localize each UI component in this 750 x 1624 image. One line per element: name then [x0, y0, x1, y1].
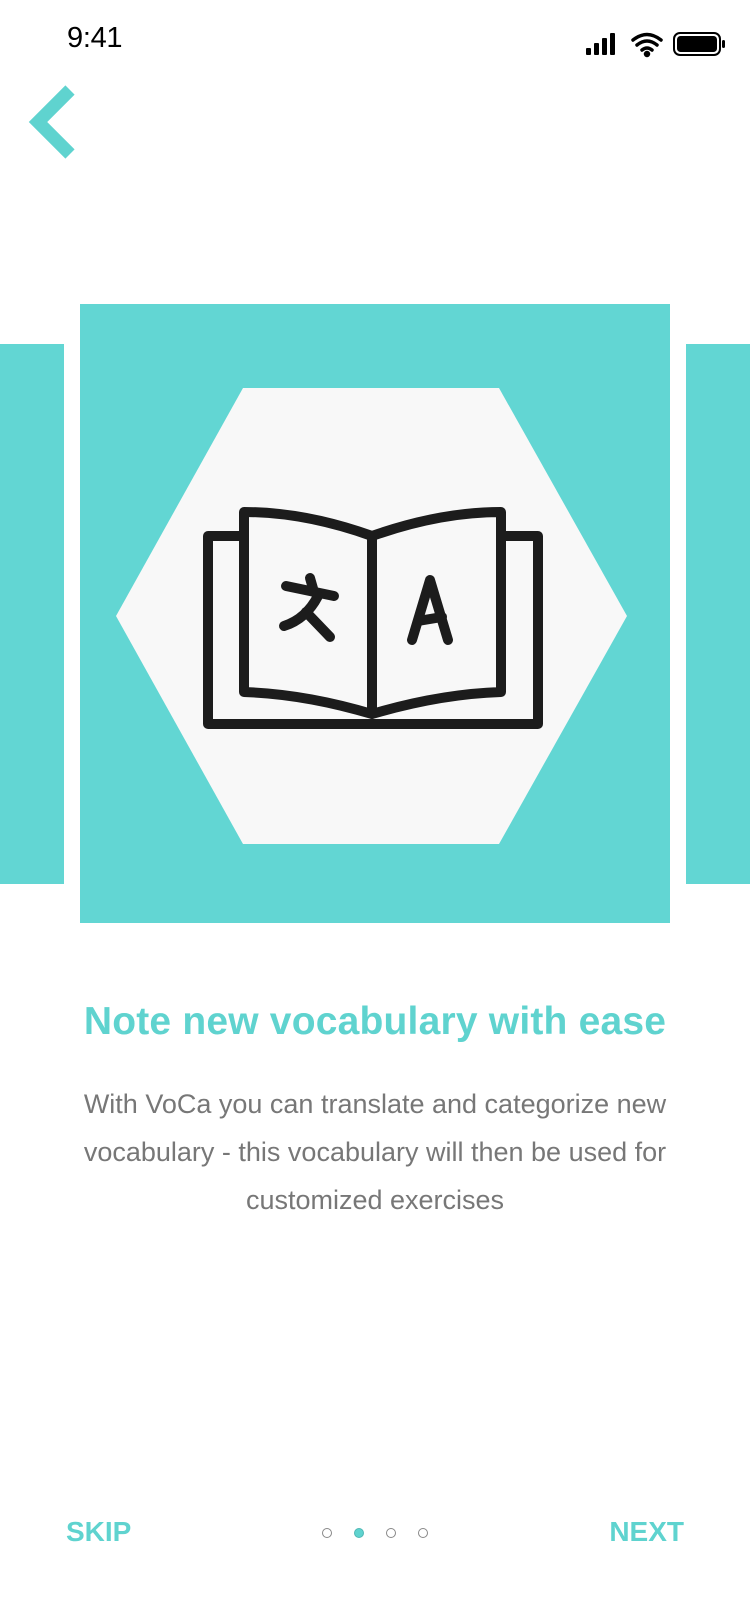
- onboarding-description: With VoCa you can translate and categori…: [83, 1089, 667, 1215]
- onboarding-title: Note new vocabulary with ease: [83, 1000, 667, 1043]
- signal-icon: [586, 33, 615, 55]
- next-card-peek[interactable]: [686, 344, 750, 884]
- chevron-left-icon: [28, 85, 75, 159]
- status-time: 9:41: [67, 22, 123, 54]
- back-button[interactable]: [26, 84, 86, 160]
- next-button[interactable]: NEXT: [609, 1516, 684, 1548]
- status-icons: [586, 30, 726, 58]
- page-dot[interactable]: [417, 1528, 428, 1538]
- battery-icon: [673, 32, 725, 56]
- page-dot[interactable]: [321, 1528, 332, 1538]
- wifi-icon: [631, 32, 663, 58]
- page-dot[interactable]: [385, 1528, 396, 1538]
- illustration: [116, 388, 627, 844]
- previous-card-peek[interactable]: [0, 344, 64, 884]
- onboarding-card: [80, 304, 670, 923]
- page-dot[interactable]: [353, 1528, 364, 1538]
